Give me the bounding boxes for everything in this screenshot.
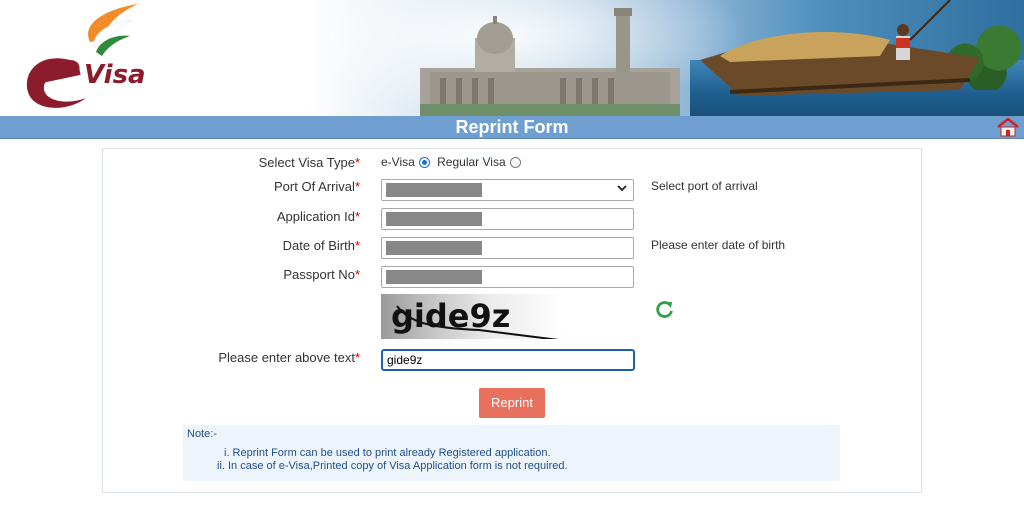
redacted-value [386,183,482,197]
passport-no-label: Passport No* [60,267,360,282]
redacted-value [386,212,482,226]
required-marker: * [354,238,360,253]
note-box: Note:- i. Reprint Form can be used to pr… [183,425,840,481]
visa-type-radio-group: e-Visa Regular Visa [381,155,525,169]
date-of-birth-hint: Please enter date of birth [651,238,786,252]
regular-visa-radio[interactable] [509,157,521,168]
required-marker: * [354,209,360,224]
home-icon[interactable] [996,117,1020,137]
passport-no-input[interactable] [381,266,634,288]
refresh-icon[interactable] [655,299,675,319]
evisa-radio[interactable] [418,157,430,168]
required-marker: * [354,179,360,194]
port-of-arrival-label-text: Port Of Arrival [274,179,355,194]
captcha-noise-line [396,305,560,339]
regular-visa-option-label: Regular Visa [437,155,506,169]
required-marker: * [354,155,360,170]
captcha-input[interactable]: gide9z [381,349,635,371]
note-item-1: i. Reprint Form can be used to print alr… [224,447,551,459]
note-item-2: ii. In case of e-Visa,Printed copy of Vi… [217,460,568,472]
chevron-down-icon [617,185,627,192]
redacted-value [386,270,482,284]
captcha-image: gide9z [381,294,565,339]
evisa-logo [26,4,138,108]
building-image [420,8,680,116]
visa-type-label: Select Visa Type* [60,155,360,170]
date-of-birth-label: Date of Birth* [60,238,360,253]
evisa-option-label: e-Visa [381,155,415,169]
date-of-birth-input[interactable] [381,237,634,259]
application-id-label-text: Application Id [276,209,355,224]
header-banner: Visa [0,0,1024,116]
captcha-label: Please enter above text* [60,350,360,365]
houseboat-image [700,0,980,96]
required-marker: * [354,350,360,365]
redacted-value [386,241,482,255]
date-of-birth-label-text: Date of Birth [282,238,355,253]
application-id-label: Application Id* [60,209,360,224]
page-title: Reprint Form [455,117,569,137]
port-of-arrival-label: Port Of Arrival* [60,179,360,194]
title-bar: Reprint Form [0,116,1024,139]
logo-text: Visa [84,60,146,90]
note-title: Note:- [187,428,217,440]
captcha-label-text: Please enter above text [218,350,355,365]
passport-no-label-text: Passport No [283,267,355,282]
visa-type-label-text: Select Visa Type [258,155,355,170]
port-of-arrival-hint: Select port of arrival [651,179,758,193]
application-id-input[interactable] [381,208,634,230]
port-of-arrival-select[interactable] [381,179,634,201]
required-marker: * [354,267,360,282]
reprint-button[interactable]: Reprint [479,388,545,418]
